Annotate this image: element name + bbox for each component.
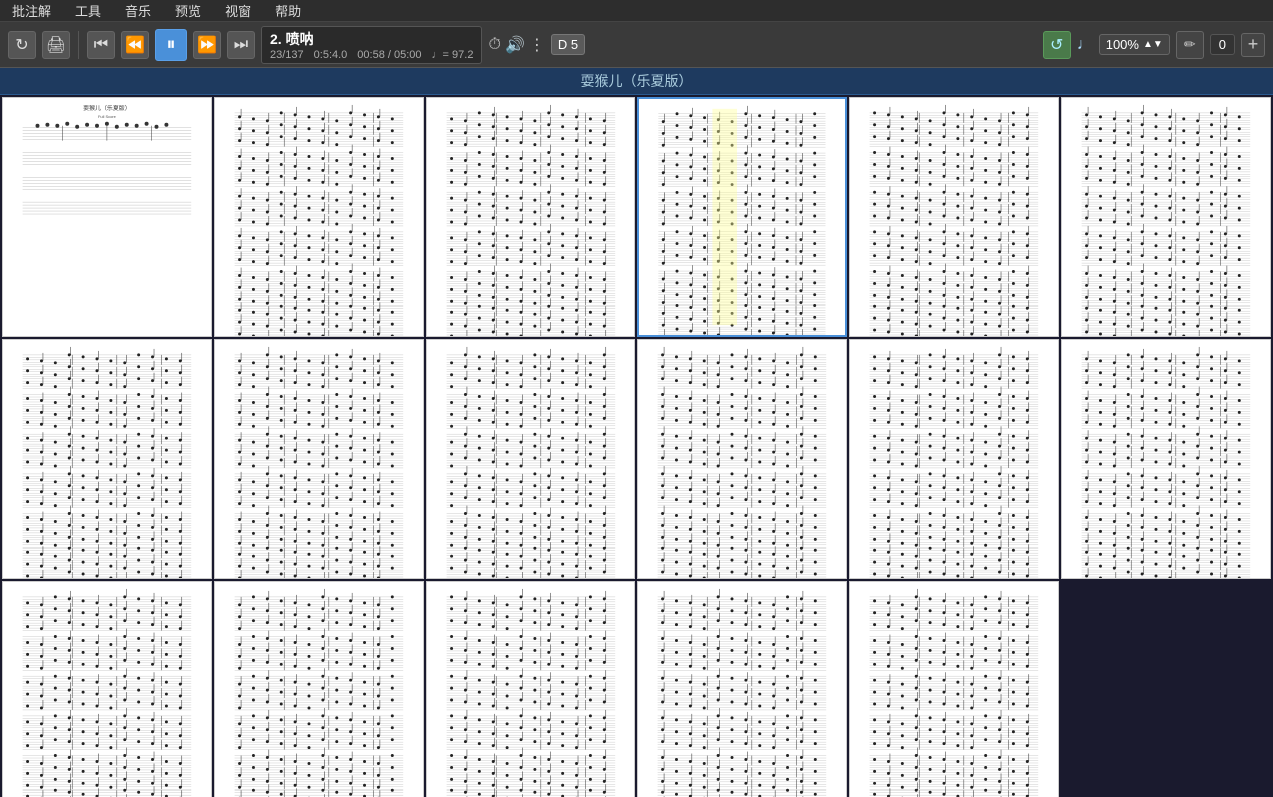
fast-forward-button[interactable]: ⏩ bbox=[193, 31, 221, 59]
score-page-14[interactable] bbox=[214, 581, 424, 797]
play-pause-button[interactable]: ⏸ bbox=[155, 29, 187, 61]
score-page-11[interactable] bbox=[849, 339, 1059, 579]
d5-badge: D 5 bbox=[551, 34, 585, 55]
score-page-10[interactable] bbox=[637, 339, 847, 579]
skip-back-button[interactable]: ⏮ bbox=[87, 31, 115, 59]
menu-help[interactable]: 帮助 bbox=[271, 1, 305, 20]
score-page-17[interactable] bbox=[849, 581, 1059, 797]
skip-forward-button[interactable]: ⏭ bbox=[227, 31, 255, 59]
score-grid: 耍猴儿（乐夏版） Full Score bbox=[0, 95, 1273, 797]
score-page-9[interactable] bbox=[426, 339, 636, 579]
svg-text:耍猴儿（乐夏版）: 耍猴儿（乐夏版） bbox=[83, 104, 131, 112]
score-page-1[interactable]: 耍猴儿（乐夏版） Full Score bbox=[2, 97, 212, 337]
score-page-4[interactable] bbox=[637, 97, 847, 337]
track-number: 2. bbox=[270, 31, 282, 47]
score-page-7[interactable] bbox=[2, 339, 212, 579]
dots-icon[interactable]: ⋮ bbox=[529, 35, 545, 55]
score-page-8[interactable] bbox=[214, 339, 424, 579]
menubar: 批注解 工具 音乐 预览 视窗 帮助 bbox=[0, 0, 1273, 22]
speaker-icon[interactable]: 🔊 bbox=[505, 35, 525, 55]
svg-text:Full Score: Full Score bbox=[98, 114, 117, 119]
time-total: 05:00 bbox=[394, 49, 422, 61]
track-name: 2. 喷呐 bbox=[270, 29, 473, 49]
score-page-16[interactable] bbox=[637, 581, 847, 797]
note-icon[interactable]: ♩ bbox=[1077, 36, 1093, 54]
rewind-button[interactable]: ⏪ bbox=[121, 31, 149, 59]
score-page-6[interactable] bbox=[1061, 97, 1271, 337]
pencil-num-display: 0 bbox=[1210, 34, 1235, 55]
refresh-button[interactable]: ↺ bbox=[1043, 31, 1071, 59]
time-current: 00:58 bbox=[357, 49, 385, 61]
score-page-12[interactable] bbox=[1061, 339, 1271, 579]
position-info: 0:5:4.0 bbox=[314, 49, 348, 61]
menu-tools[interactable]: 工具 bbox=[71, 1, 105, 20]
menu-annotate[interactable]: 批注解 bbox=[8, 1, 55, 20]
track-sub: 23/137 0:5:4.0 00:58 / 05:00 ♩= 97.2 bbox=[270, 49, 473, 61]
menu-preview[interactable]: 预览 bbox=[171, 1, 205, 20]
score-page-2[interactable] bbox=[214, 97, 424, 337]
add-button[interactable]: + bbox=[1241, 33, 1265, 57]
score-page-13[interactable] bbox=[2, 581, 212, 797]
menu-window[interactable]: 视窗 bbox=[221, 1, 255, 20]
right-toolbar: ↺ ♩ 100% ▲▼ ✏ 0 + bbox=[1043, 31, 1265, 59]
separator-1 bbox=[78, 31, 79, 59]
section-title-text: 耍猴儿（乐夏版） bbox=[581, 73, 693, 89]
metronome-icon[interactable]: ⏱ bbox=[488, 36, 500, 54]
tempo-info: ♩= 97.2 bbox=[432, 49, 474, 61]
percent-control: 100% ▲▼ bbox=[1099, 34, 1170, 55]
redo-button[interactable]: ↻ bbox=[8, 31, 36, 59]
pencil-button[interactable]: ✏ bbox=[1176, 31, 1204, 59]
track-info: 2. 喷呐 23/137 0:5:4.0 00:58 / 05:00 ♩= 97… bbox=[261, 26, 482, 64]
score-page-5[interactable] bbox=[849, 97, 1059, 337]
icons-group: ⏱ 🔊 ⋮ bbox=[488, 35, 544, 55]
toolbar: ↻ 🖨 ⏮ ⏪ ⏸ ⏩ ⏭ 2. 喷呐 23/137 0:5:4.0 00:58… bbox=[0, 22, 1273, 68]
score-page-15[interactable] bbox=[426, 581, 636, 797]
time-info: 00:58 / 05:00 bbox=[357, 49, 421, 61]
tempo-value: 97.2 bbox=[452, 49, 473, 61]
score-page-3[interactable] bbox=[426, 97, 636, 337]
section-title: 耍猴儿（乐夏版） bbox=[0, 68, 1273, 95]
percent-chevron[interactable]: ▲▼ bbox=[1143, 39, 1163, 50]
menu-music[interactable]: 音乐 bbox=[121, 1, 155, 20]
measure-info: 23/137 bbox=[270, 49, 304, 61]
percent-value: 100% bbox=[1106, 37, 1139, 52]
print-button[interactable]: 🖨 bbox=[42, 31, 70, 59]
track-title: 喷呐 bbox=[286, 31, 314, 47]
